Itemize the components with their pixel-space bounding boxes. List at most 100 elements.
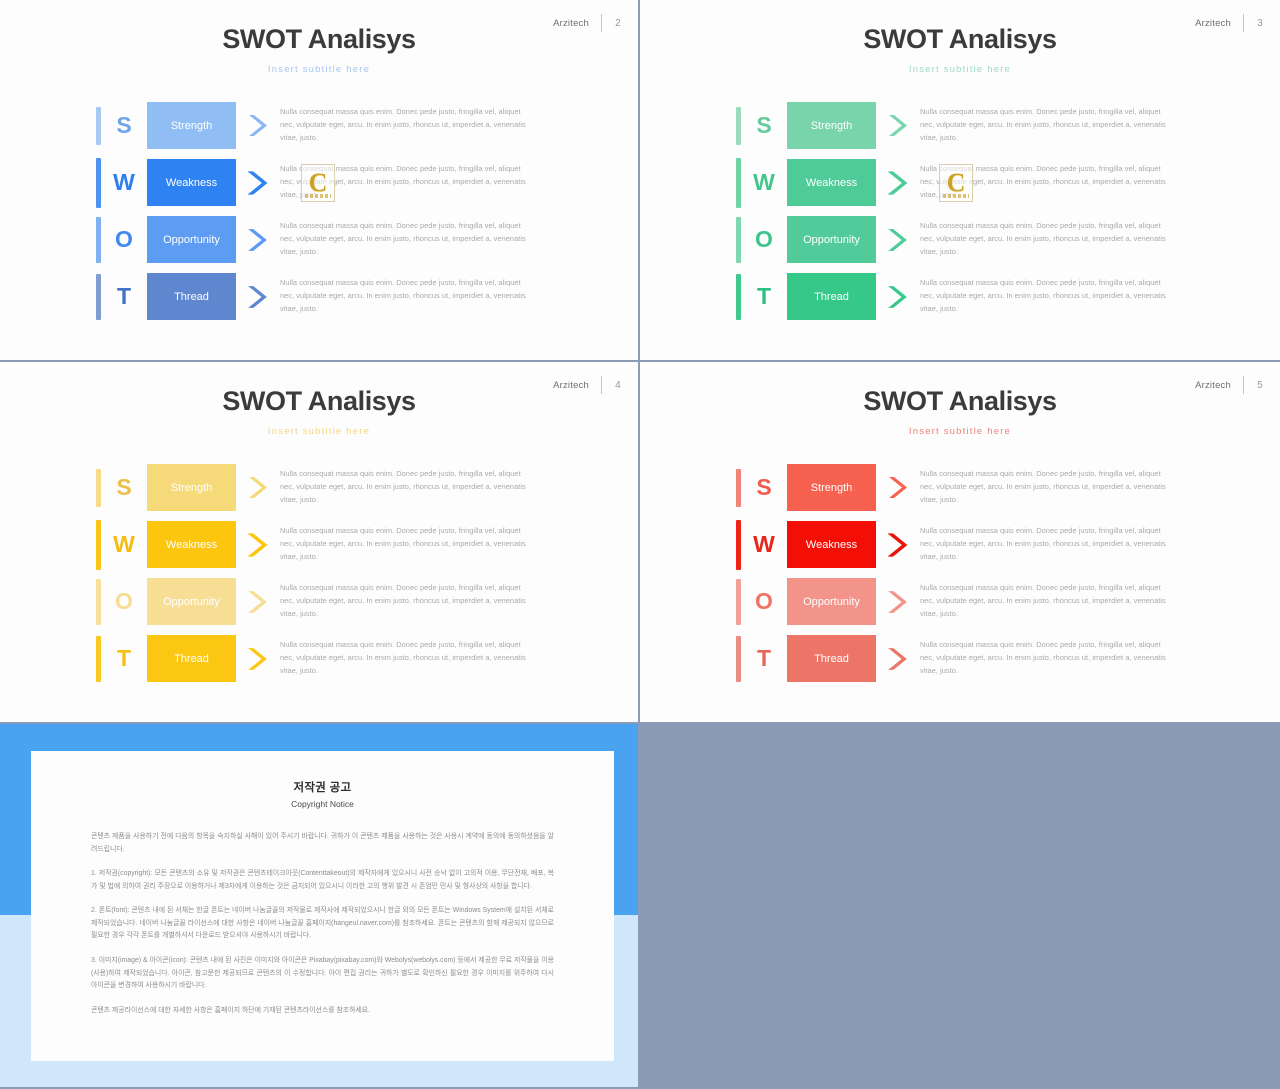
- row-letter: O: [115, 226, 133, 252]
- row-chip[interactable]: Opportunity: [147, 216, 236, 263]
- slide-header: Arzitech 2: [553, 14, 622, 32]
- row-description: Nulla consequat massa quis enim. Donec p…: [280, 278, 526, 313]
- row-description: Nulla consequat massa quis enim. Donec p…: [920, 469, 1166, 504]
- row-chip[interactable]: Thread: [787, 635, 876, 682]
- row-chip[interactable]: Strength: [147, 464, 236, 511]
- row-chip[interactable]: Strength: [787, 102, 876, 149]
- swot-row[interactable]: T Thread Nulla consequat massa quis enim…: [640, 268, 1280, 325]
- header-divider: [601, 376, 602, 394]
- row-chip[interactable]: Opportunity: [787, 578, 876, 625]
- copyright-paragraph-intro: 콘텐츠 제품을 사용하기 전에 다음의 항목을 숙지하실 사해이 있어 주시기 …: [91, 833, 554, 853]
- row-letter: T: [756, 283, 772, 309]
- swot-rows: S Strength Nulla consequat massa quis en…: [640, 97, 1280, 325]
- copyright-title-korean: 저작권 공고: [293, 782, 352, 794]
- row-description: Nulla consequat massa quis enim. Donec p…: [920, 278, 1166, 313]
- slide-red[interactable]: Arzitech 5 SWOT Analisys Insert subtitle…: [640, 362, 1280, 722]
- swot-row[interactable]: S Strength Nulla consequat massa quis en…: [640, 459, 1280, 516]
- copyright-paragraph-1: 1. 저작권(copyright): 모든 콘텐츠의 소유 및 저작권은 콘텐츠…: [91, 870, 554, 890]
- page-number: 2: [615, 17, 621, 29]
- chevron-right-icon: [236, 112, 280, 139]
- copyright-paragraph-2: 2. 폰트(font): 콘텐츠 내에 된 서체는 한글 폰트는 네이버 나눔글…: [91, 907, 554, 940]
- slide-blue[interactable]: Arzitech 2 SWOT Analisys Insert subtitle…: [0, 0, 638, 360]
- row-chip[interactable]: Weakness: [147, 159, 236, 206]
- chevron-right-icon: [876, 112, 920, 139]
- chevron-right-icon: [876, 226, 920, 254]
- swot-row[interactable]: T Thread Nulla consequat massa quis enim…: [0, 268, 638, 325]
- swot-row[interactable]: S Strength Nulla consequat massa quis en…: [0, 97, 638, 154]
- row-letter: T: [116, 645, 132, 671]
- page-number: 3: [1257, 17, 1263, 29]
- row-description: Nulla consequat massa quis enim. Donec p…: [280, 164, 526, 199]
- row-chip[interactable]: Opportunity: [147, 578, 236, 625]
- swot-row[interactable]: T Thread Nulla consequat massa quis enim…: [640, 630, 1280, 687]
- chevron-right-icon: [236, 168, 280, 198]
- brand-label: Arzitech: [1195, 379, 1231, 391]
- page-subtitle: Insert subtitle here: [267, 64, 371, 75]
- row-letter: S: [116, 474, 132, 500]
- swot-row[interactable]: W Weakness Nulla consequat massa quis en…: [640, 516, 1280, 573]
- row-chip[interactable]: Strength: [147, 102, 236, 149]
- page-number: 4: [615, 379, 621, 391]
- row-letter: W: [113, 169, 135, 195]
- row-description: Nulla consequat massa quis enim. Donec p…: [280, 640, 526, 675]
- chevron-right-icon: [236, 530, 280, 560]
- page-subtitle: Insert subtitle here: [267, 426, 371, 437]
- slide-header: Arzitech 3: [1195, 14, 1264, 32]
- chevron-right-icon: [236, 283, 280, 311]
- swot-rows: S Strength Nulla consequat massa quis en…: [0, 459, 638, 687]
- swot-row[interactable]: W Weakness Nulla consequat massa quis en…: [0, 154, 638, 211]
- swot-row[interactable]: O Opportunity Nulla consequat massa quis…: [640, 573, 1280, 630]
- chevron-right-icon: [876, 588, 920, 616]
- row-chip[interactable]: Strength: [787, 464, 876, 511]
- row-description: Nulla consequat massa quis enim. Donec p…: [280, 583, 526, 618]
- row-letter: W: [753, 169, 775, 195]
- row-letter: O: [755, 588, 773, 614]
- slide-yellow[interactable]: Arzitech 4 SWOT Analisys Insert subtitle…: [0, 362, 638, 722]
- header-divider: [1243, 14, 1244, 32]
- page-title: SWOT Analisys: [863, 24, 1057, 54]
- chevron-right-icon: [876, 168, 920, 198]
- chevron-right-icon: [876, 474, 920, 501]
- row-letter: T: [116, 283, 132, 309]
- row-description: Nulla consequat massa quis enim. Donec p…: [280, 221, 526, 256]
- brand-label: Arzitech: [553, 17, 589, 29]
- row-chip[interactable]: Weakness: [787, 159, 876, 206]
- row-letter: O: [755, 226, 773, 252]
- row-letter: S: [756, 112, 772, 138]
- header-divider: [1243, 376, 1244, 394]
- swot-row[interactable]: O Opportunity Nulla consequat massa quis…: [0, 211, 638, 268]
- row-description: Nulla consequat massa quis enim. Donec p…: [280, 526, 526, 561]
- copyright-paper: 저작권 공고 Copyright Notice 콘텐츠 제품을 사용하기 전에 …: [31, 751, 614, 1061]
- slide-copyright[interactable]: 저작권 공고 Copyright Notice 콘텐츠 제품을 사용하기 전에 …: [0, 724, 638, 1087]
- row-letter: W: [113, 531, 135, 557]
- page-subtitle: Insert subtitle here: [908, 64, 1012, 75]
- row-letter: S: [116, 112, 132, 138]
- swot-row[interactable]: O Opportunity Nulla consequat massa quis…: [0, 573, 638, 630]
- page-title: SWOT Analisys: [222, 386, 416, 416]
- row-chip[interactable]: Thread: [147, 273, 236, 320]
- swot-row[interactable]: S Strength Nulla consequat massa quis en…: [640, 97, 1280, 154]
- row-chip[interactable]: Opportunity: [787, 216, 876, 263]
- row-letter: S: [756, 474, 772, 500]
- row-chip[interactable]: Weakness: [147, 521, 236, 568]
- copyright-title-english: Copyright Notice: [291, 799, 354, 809]
- page-subtitle: Insert subtitle here: [908, 426, 1012, 437]
- slide-header: Arzitech 5: [1195, 376, 1264, 394]
- row-chip[interactable]: Thread: [147, 635, 236, 682]
- swot-row[interactable]: O Opportunity Nulla consequat massa quis…: [640, 211, 1280, 268]
- chevron-right-icon: [236, 588, 280, 616]
- swot-row[interactable]: W Weakness Nulla consequat massa quis en…: [0, 516, 638, 573]
- header-divider: [601, 14, 602, 32]
- row-chip[interactable]: Weakness: [787, 521, 876, 568]
- swot-row[interactable]: T Thread Nulla consequat massa quis enim…: [0, 630, 638, 687]
- swot-row[interactable]: W Weakness Nulla consequat massa quis en…: [640, 154, 1280, 211]
- copyright-paragraph-3: 3. 이미지(image) & 아이콘(icon): 콘텐츠 내에 된 사진은 …: [91, 956, 554, 990]
- slide-green[interactable]: Arzitech 3 SWOT Analisys Insert subtitle…: [640, 0, 1280, 360]
- slide-header: Arzitech 4: [553, 376, 622, 394]
- empty-area: [640, 724, 1280, 1087]
- row-letter: O: [115, 588, 133, 614]
- swot-row[interactable]: S Strength Nulla consequat massa quis en…: [0, 459, 638, 516]
- row-chip[interactable]: Thread: [787, 273, 876, 320]
- chevron-right-icon: [876, 283, 920, 311]
- chevron-right-icon: [236, 226, 280, 254]
